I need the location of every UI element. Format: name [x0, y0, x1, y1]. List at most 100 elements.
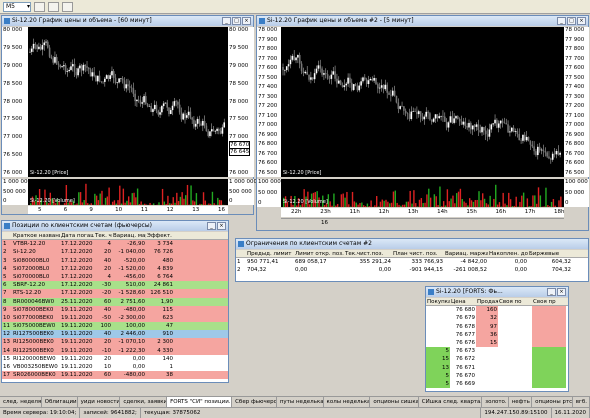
order-book-row[interactable]: 76 680 160 — [426, 306, 568, 315]
toolbar-button-2[interactable] — [48, 1, 59, 12]
close-icon[interactable]: × — [577, 17, 586, 25]
volume-tick: 0 — [3, 198, 7, 204]
order-book-row[interactable]: 5 76 673 — [426, 347, 568, 356]
workspace-tab[interactable]: Сбер фьючерс — [232, 397, 277, 407]
candle — [445, 118, 448, 131]
workspace-tab[interactable]: нефть — [509, 397, 533, 407]
order-book-row[interactable]: 15 76 672 — [426, 355, 568, 364]
order-book-row[interactable]: 5 76 669 — [426, 379, 568, 389]
table-cell: 355 291,24 — [359, 259, 392, 266]
table-row[interactable]: 12 RI127500BEK0 19.11.2020 40 2 446,00 910 — [2, 330, 228, 339]
positions-window[interactable]: Позиции по клиентским счетам (фьючерсы) … — [1, 220, 229, 383]
volume-bar — [537, 187, 540, 207]
workspace-tab[interactable]: уиди новости — [78, 397, 121, 407]
volume-bar — [76, 203, 78, 205]
order-book-row[interactable]: 76 677 36 — [426, 330, 568, 339]
order-book-row[interactable]: 5 76 670 — [426, 371, 568, 380]
table-row[interactable]: 15 RI120000BEW0 19.11.2020 20 0,00 140 — [2, 354, 228, 363]
volume-bar — [487, 204, 489, 207]
table-row[interactable]: 7 RTS-12.20 17.12.2020 -20 -1 528,60 126 510 — [2, 289, 228, 298]
toolbar-button-3[interactable] — [62, 1, 73, 12]
candle — [298, 52, 301, 69]
chart-window-60min[interactable]: Si-12.20 График цены и объема - [60 мину… — [1, 15, 257, 215]
table-row[interactable]: 8 BR000046BW0 25.11.2020 60 2 751,60 1,90 — [2, 297, 228, 306]
table-row[interactable]: 5 Si070000BL0 17.12.2020 4 -456,00 6 764 — [2, 272, 228, 282]
column-header: Продажа — [477, 299, 498, 305]
price-plot[interactable]: Si-12.20 [Price] — [28, 27, 228, 177]
workspace-tab[interactable]: СИшка след. квартал — [419, 397, 483, 407]
table-cell: 1 — [169, 364, 174, 370]
workspace-tab[interactable]: колы неделька — [324, 397, 371, 407]
minimize-icon[interactable]: _ — [557, 17, 566, 25]
order-book-window[interactable]: Si-12.20 [FORTS: Фь... _ × Покупка Цена Про… — [425, 286, 569, 392]
price-tick: 76 800 — [565, 141, 585, 148]
table-row[interactable]: 13 RI125000BEK0 19.11.2020 20 -1 070,10 2 300 — [2, 338, 228, 347]
candle — [349, 73, 351, 88]
volume-bar — [83, 200, 85, 205]
table-row[interactable]: 6 SBRF-12.20 17.12.2020 -30 510,00 24 861 — [2, 281, 228, 290]
volume-axis-left: 1 000 000 500 000 0 — [2, 179, 31, 205]
table-row[interactable]: 10 Si077000BEK0 19.11.2020 -50 -2 300,00 623 — [2, 313, 228, 323]
maximize-icon[interactable]: □ — [232, 17, 241, 25]
workspace-tab[interactable]: FORTS "СИ" позиции... — [167, 397, 233, 407]
order-book-row[interactable]: 76 679 32 — [426, 314, 568, 323]
maximize-icon[interactable]: □ — [567, 17, 576, 25]
time-scroll-bar[interactable]: 16 — [281, 218, 564, 227]
workspace-tab[interactable]: опционы сишка — [370, 397, 419, 407]
volume-bar — [442, 201, 445, 207]
price-tick: 80 000 — [3, 27, 23, 33]
order-book-row[interactable]: 76 678 97 — [426, 322, 568, 331]
table-cell: 0,00 — [514, 267, 527, 274]
close-icon[interactable]: × — [217, 222, 226, 230]
status-bar: Время сервера: 19:10:04; записей: 964188… — [0, 407, 590, 418]
table-row[interactable]: 2 704,32 0,00 0,00 -901 944,15 -261 008,52 0,0… — [236, 266, 588, 275]
candle — [38, 42, 40, 50]
volume-bar — [548, 206, 551, 207]
limits-window[interactable]: Ограничения по клиентским счетам #2 Пред… — [235, 238, 589, 282]
workspace-tab[interactable]: сделки, заявки — [120, 397, 168, 407]
timeframe-select[interactable]: M5 ▾ — [3, 1, 31, 12]
table-row[interactable]: 16 VB003250BEW0 19.11.2020 10 0,00 1 — [2, 363, 228, 372]
workspace-tab[interactable]: путы неделька — [277, 397, 324, 407]
window-title-bar: Si-12.20 [FORTS: Фь... _ × — [426, 287, 568, 297]
volume-bar — [170, 203, 173, 205]
minimize-icon[interactable]: _ — [222, 17, 231, 25]
volume-bar — [209, 203, 212, 205]
volume-bar — [136, 188, 139, 205]
table-row[interactable]: 17 SR026000BEK0 19.11.2020 60 -480,00 38 — [2, 371, 228, 380]
volume-bar — [422, 203, 424, 207]
table-row[interactable]: 2 Si-12.20 17.12.2020 20 -1 040,00 76 726 — [2, 248, 228, 257]
minimize-icon[interactable]: _ — [207, 222, 216, 230]
table-row[interactable]: 1 VTBR-12.20 17.12.2020 4 -26,90 3 734 — [2, 240, 228, 249]
chart-window-5min[interactable]: Si-12.20 График цены и объема #2 - [5 ми… — [256, 15, 589, 231]
workspace-tab[interactable]: золото. — [482, 397, 509, 407]
toolbar-button-1[interactable] — [34, 1, 45, 12]
table-cell — [498, 371, 532, 380]
price-plot[interactable]: Si-12.20 [Price] — [281, 27, 564, 177]
table-row[interactable]: 4 Si072000BL0 17.12.2020 20 -1 520,00 4 839 — [2, 264, 228, 273]
candle — [173, 97, 176, 108]
workspace-tab[interactable]: Облигации — [42, 397, 78, 407]
candle — [457, 115, 459, 120]
table-row[interactable]: 11 Si075000BEW0 19.11.2020 100 100,00 47 — [2, 322, 228, 331]
table-cell: 950 771,41 — [247, 259, 279, 266]
table-row[interactable]: 9 Si078000BEK0 19.11.2020 40 -480,00 115 — [2, 305, 228, 314]
close-icon[interactable]: × — [557, 288, 566, 296]
close-icon[interactable]: × — [242, 17, 251, 25]
workspace-tab[interactable]: вгб. — [573, 397, 590, 407]
order-book-row[interactable]: 76 676 15 — [426, 338, 568, 348]
volume-tick: 1 000 000 — [229, 179, 257, 185]
volume-bar — [385, 199, 387, 207]
table-row[interactable]: 14 RI122500BEK0 19.11.2020 -10 -1 222,30 4 33… — [2, 346, 228, 355]
workspace-tab[interactable]: след. неделя — [0, 397, 42, 407]
workspace-tab[interactable]: опционы ртс — [532, 397, 573, 407]
table-cell: 0,00 — [514, 259, 527, 266]
time-tick: 11 — [140, 207, 148, 213]
table-row[interactable]: 1 950 771,41 689 058,17 355 291,24 333 766,9… — [236, 258, 588, 267]
table-cell: 17.12.2020 — [61, 273, 93, 280]
candle — [481, 126, 483, 136]
table-row[interactable]: 3 Si080000BL0 17.12.2020 40 -520,00 480 — [2, 256, 228, 265]
table-cell: 19.11.2020 — [61, 355, 93, 362]
minimize-icon[interactable]: _ — [547, 288, 556, 296]
order-book-row[interactable]: 13 76 671 — [426, 363, 568, 372]
